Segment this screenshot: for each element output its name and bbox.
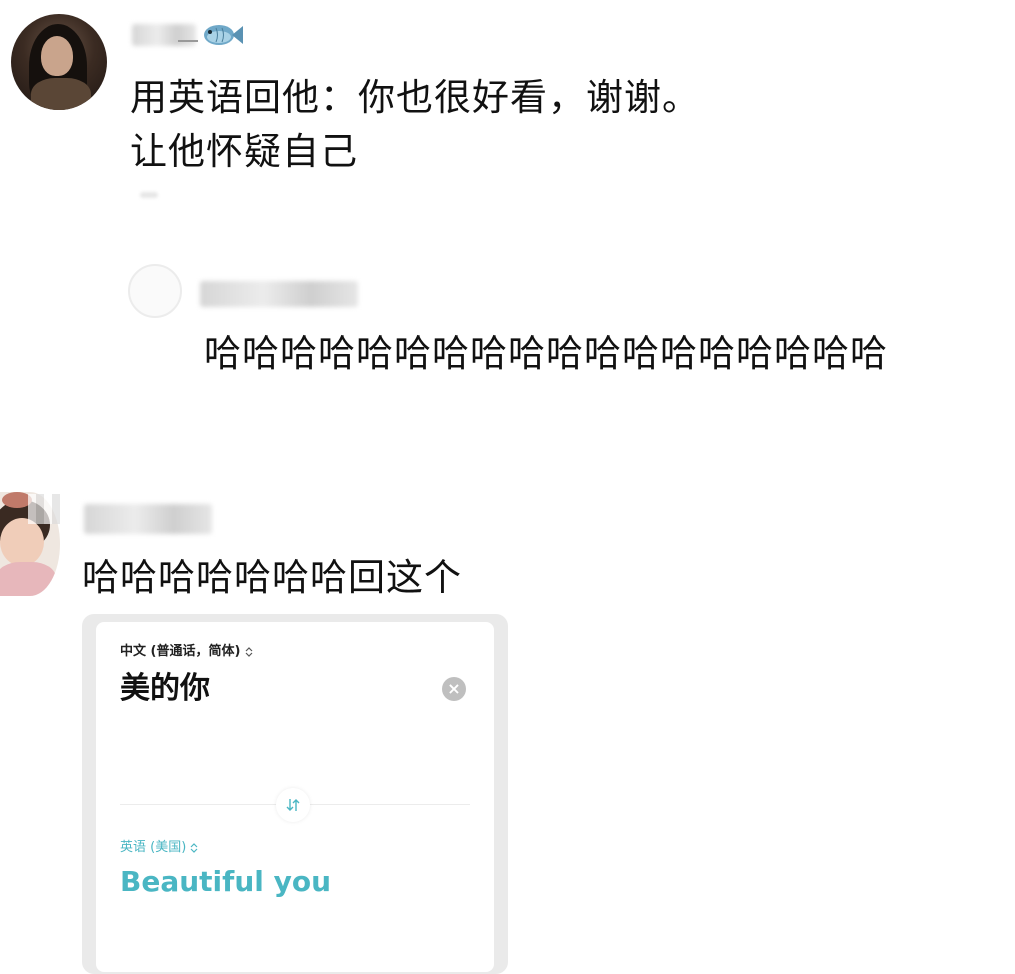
comment-text: 用英语回他：你也很好看，谢谢。 <box>130 76 700 119</box>
swap-icon <box>286 799 300 811</box>
fish-icon <box>204 25 243 45</box>
comment-text: 哈哈哈哈哈哈哈哈哈哈哈哈哈哈哈哈哈哈 <box>204 332 888 375</box>
clear-icon[interactable]: × <box>442 677 466 701</box>
avatar-face <box>41 36 73 76</box>
source-language-text: 中文 (普通话，简体) <box>120 644 241 659</box>
username-obscured[interactable] <box>84 504 212 534</box>
avatar[interactable] <box>128 264 182 318</box>
avatar[interactable] <box>11 14 107 110</box>
target-language-label[interactable]: 英语 (美国) <box>120 840 198 856</box>
avatar-body <box>31 78 91 110</box>
chevron-updown-icon <box>245 646 253 657</box>
avatar-mosaic <box>28 494 60 524</box>
obscured-mark <box>140 192 158 198</box>
source-language-label[interactable]: 中文 (普通话，简体) <box>120 644 253 660</box>
chevron-updown-icon <box>190 842 198 853</box>
comment-text: 让他怀疑自己 <box>130 130 358 173</box>
target-language-text: 英语 (美国) <box>120 840 187 855</box>
translated-text[interactable]: Beautiful you <box>120 864 331 900</box>
comment-text: 哈哈哈哈哈哈哈回这个 <box>82 556 462 599</box>
username-obscured[interactable] <box>200 281 358 307</box>
swap-button[interactable] <box>276 788 310 822</box>
avatar-body <box>0 562 56 596</box>
source-text[interactable]: 美的你 <box>120 670 210 708</box>
username-obscured[interactable] <box>132 24 196 46</box>
username-underscore <box>178 40 198 42</box>
avatar-face <box>0 518 44 566</box>
